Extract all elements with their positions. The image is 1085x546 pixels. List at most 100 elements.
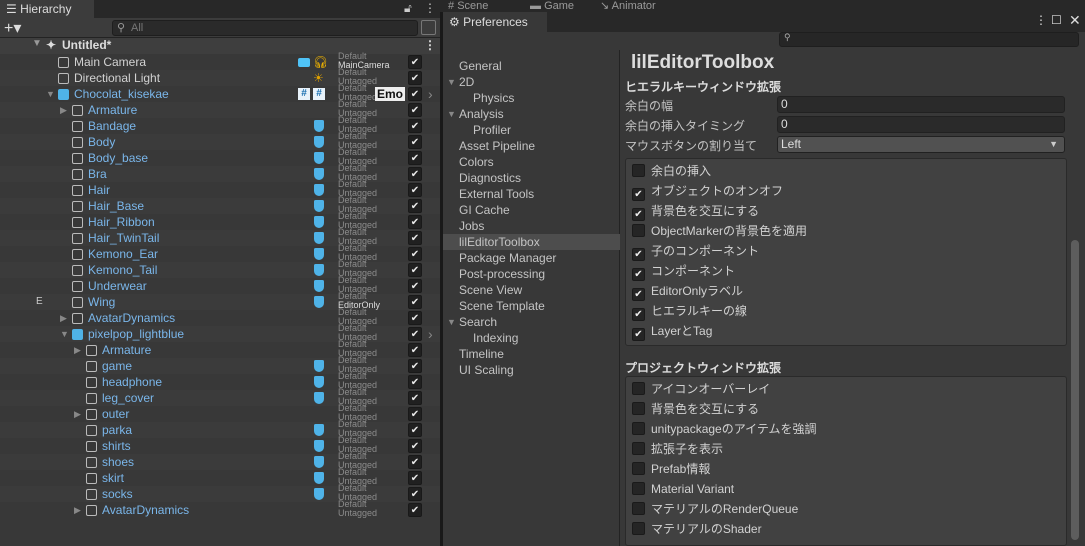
nav-item[interactable]: Diagnostics (443, 170, 620, 186)
checkbox[interactable]: ✔ (632, 268, 645, 281)
expand-right-icon[interactable]: › (428, 86, 433, 102)
active-toggle[interactable]: ✔ (408, 455, 422, 469)
active-toggle[interactable]: ✔ (408, 167, 422, 181)
tab-scene[interactable]: # Scene (448, 0, 488, 12)
active-toggle[interactable]: ✔ (408, 295, 422, 309)
tab-animator[interactable]: ↘ Animator (600, 0, 656, 12)
checkbox[interactable] (632, 402, 645, 415)
option-checkbox[interactable]: 拡張子を表示 (632, 440, 723, 458)
active-toggle[interactable]: ✔ (408, 439, 422, 453)
nav-item[interactable]: Scene View (443, 282, 620, 298)
active-toggle[interactable]: ✔ (408, 343, 422, 357)
active-toggle[interactable]: ✔ (408, 471, 422, 485)
expand-arrow-icon[interactable]: ▶ (60, 102, 67, 118)
expand-arrow-icon[interactable]: ▶ (60, 310, 67, 326)
more-icon[interactable]: ⋮ (1035, 13, 1047, 27)
active-toggle[interactable]: ✔ (408, 199, 422, 213)
active-toggle[interactable]: ✔ (408, 423, 422, 437)
checkbox[interactable] (632, 164, 645, 177)
expand-arrow-icon[interactable]: ▼ (447, 314, 456, 330)
option-checkbox[interactable]: ✔ オブジェクトのオンオフ (632, 182, 783, 201)
nav-item[interactable]: General (443, 58, 620, 74)
preferences-tab[interactable]: ⚙ Preferences (443, 12, 547, 34)
checkbox[interactable]: ✔ (632, 188, 645, 201)
checkbox[interactable] (632, 482, 645, 495)
nav-item[interactable]: Profiler (443, 122, 620, 138)
checkbox[interactable] (632, 422, 645, 435)
search-input[interactable]: ⚲ All (112, 20, 418, 36)
active-toggle[interactable]: ✔ (408, 151, 422, 165)
expand-arrow-icon[interactable]: ▼ (447, 106, 456, 122)
checkbox[interactable]: ✔ (632, 288, 645, 301)
active-toggle[interactable]: ✔ (408, 103, 422, 117)
maximize-search-icon[interactable] (421, 20, 436, 35)
more-icon[interactable]: ⋮ (424, 1, 436, 15)
active-toggle[interactable]: ✔ (408, 183, 422, 197)
active-toggle[interactable]: ✔ (408, 119, 422, 133)
lock-icon[interactable]: 🔓︎ (404, 1, 412, 16)
scrollbar[interactable] (1071, 240, 1079, 540)
active-toggle[interactable]: ✔ (408, 231, 422, 245)
active-toggle[interactable]: ✔ (408, 487, 422, 501)
option-checkbox[interactable]: 余白の挿入 (632, 162, 711, 180)
option-checkbox[interactable]: ✔ コンポーネント (632, 262, 735, 281)
active-toggle[interactable]: ✔ (408, 279, 422, 293)
option-checkbox[interactable]: ✔ ヒエラルキーの線 (632, 302, 747, 321)
active-toggle[interactable]: ✔ (408, 87, 422, 101)
nav-item[interactable]: lilEditorToolbox (443, 234, 620, 250)
checkbox[interactable] (632, 442, 645, 455)
nav-item[interactable]: GI Cache (443, 202, 620, 218)
nav-item[interactable]: Post-processing (443, 266, 620, 282)
checkbox[interactable]: ✔ (632, 308, 645, 321)
option-checkbox[interactable]: マテリアルのRenderQueue (632, 500, 798, 518)
active-toggle[interactable]: ✔ (408, 55, 422, 69)
close-icon[interactable]: ✕ (1069, 12, 1081, 29)
nav-item[interactable]: Scene Template (443, 298, 620, 314)
scene-menu-icon[interactable]: ⋮ (424, 38, 436, 52)
option-checkbox[interactable]: ✔ 背景色を交互にする (632, 202, 759, 221)
expand-arrow-icon[interactable]: ▶ (74, 342, 81, 358)
preferences-search-input[interactable]: ⚲ (779, 32, 1079, 47)
checkbox[interactable] (632, 462, 645, 475)
field-input[interactable]: 0 (777, 116, 1065, 133)
active-toggle[interactable]: ✔ (408, 247, 422, 261)
active-toggle[interactable]: ✔ (408, 327, 422, 341)
nav-item[interactable]: Jobs (443, 218, 620, 234)
checkbox[interactable]: ✔ (632, 208, 645, 221)
nav-item[interactable]: Indexing (443, 330, 620, 346)
checkbox[interactable]: ✔ (632, 248, 645, 261)
option-checkbox[interactable]: 背景色を交互にする (632, 400, 759, 418)
expand-right-icon[interactable]: › (428, 326, 433, 342)
nav-item[interactable]: Asset Pipeline (443, 138, 620, 154)
hierarchy-tab[interactable]: ☰ Hierarchy (0, 0, 94, 18)
active-toggle[interactable]: ✔ (408, 71, 422, 85)
option-checkbox[interactable]: Material Variant (632, 480, 734, 498)
hierarchy-row[interactable]: ▶ AvatarDynamics Default Untagged ✔ (0, 500, 440, 518)
expand-arrow-icon[interactable]: ▼ (60, 326, 69, 342)
collapse-arrow-icon[interactable]: ▼ (32, 38, 42, 49)
option-checkbox[interactable]: ✔ LayerとTag (632, 322, 712, 341)
checkbox[interactable] (632, 522, 645, 535)
option-checkbox[interactable]: マテリアルのShader (632, 520, 762, 538)
active-toggle[interactable]: ✔ (408, 311, 422, 325)
active-toggle[interactable]: ✔ (408, 135, 422, 149)
expand-arrow-icon[interactable]: ▶ (74, 502, 81, 518)
option-checkbox[interactable]: ObjectMarkerの背景色を適用 (632, 222, 807, 240)
checkbox[interactable]: ✔ (632, 328, 645, 341)
checkbox[interactable] (632, 382, 645, 395)
option-checkbox[interactable]: Prefab情報 (632, 460, 710, 478)
active-toggle[interactable]: ✔ (408, 359, 422, 373)
option-checkbox[interactable]: アイコンオーバーレイ (632, 380, 770, 398)
field-input[interactable]: 0 (777, 96, 1065, 113)
nav-item[interactable]: ▼ 2D (443, 74, 620, 90)
mouse-button-dropdown[interactable]: Left ▼ (777, 136, 1065, 153)
active-toggle[interactable]: ✔ (408, 215, 422, 229)
nav-item[interactable]: ▼ Analysis (443, 106, 620, 122)
nav-item[interactable]: Physics (443, 90, 620, 106)
option-checkbox[interactable]: ✔ 子のコンポーネント (632, 242, 759, 261)
expand-arrow-icon[interactable]: ▼ (46, 86, 55, 102)
checkbox[interactable] (632, 502, 645, 515)
nav-item[interactable]: UI Scaling (443, 362, 620, 378)
expand-arrow-icon[interactable]: ▼ (447, 74, 456, 90)
active-toggle[interactable]: ✔ (408, 407, 422, 421)
